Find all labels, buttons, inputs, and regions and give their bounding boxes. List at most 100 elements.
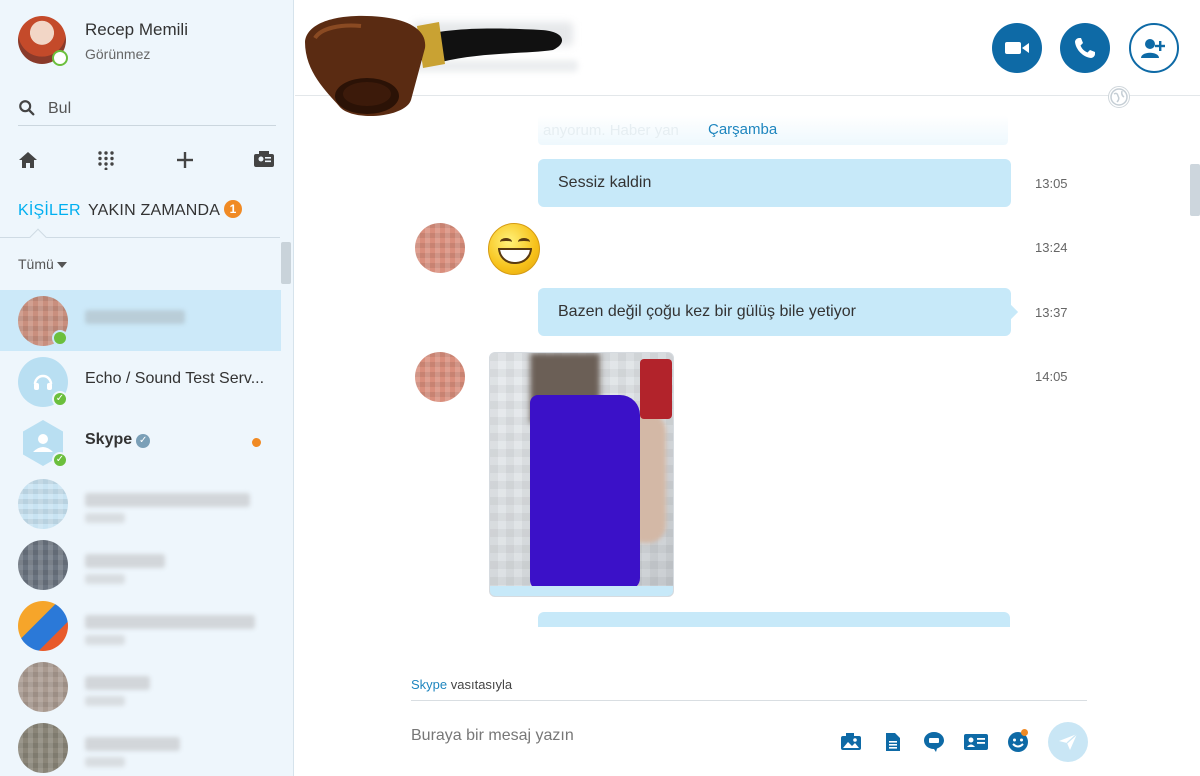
add-participant-button[interactable]: [1129, 23, 1179, 73]
contact-item[interactable]: [0, 595, 281, 656]
filter-label[interactable]: Tümü: [18, 256, 54, 272]
sidebar: Recep Memili Görünmez Bul KİŞİLER YAKIN …: [0, 0, 294, 776]
compose-divider: [411, 700, 1087, 701]
sidebar-toolbar: [16, 148, 278, 174]
via-suffix: vasıtasıyla: [447, 677, 513, 692]
send-arrow-icon: [1059, 733, 1078, 750]
search-label[interactable]: Bul: [48, 100, 71, 118]
video-camera-icon: [1005, 42, 1029, 54]
sidebar-tabs: KİŞİLER YAKIN ZAMANDA 1: [18, 198, 280, 228]
grinning-face-icon[interactable]: [488, 223, 540, 275]
shared-photo[interactable]: [489, 352, 674, 597]
day-separator: Çarşamba: [708, 121, 778, 138]
profile-name[interactable]: Recep Memili: [85, 20, 188, 40]
recent-badge: 1: [224, 200, 242, 218]
search-icon: [19, 100, 35, 116]
dialpad-icon[interactable]: [94, 148, 118, 172]
blurred-name: [85, 676, 150, 690]
message-text: Sessiz kaldin: [558, 174, 652, 191]
contact-name: Echo / Sound Test Serv...: [85, 370, 265, 387]
add-icon[interactable]: [173, 148, 197, 172]
blurred-name: [85, 615, 255, 629]
new-indicator-dot: [1021, 729, 1028, 736]
presence-indicator: ✓: [52, 391, 68, 407]
contact-card-icon: [964, 734, 988, 750]
contact-name-text: Skype: [85, 431, 133, 448]
tab-indicator: [29, 228, 47, 246]
faded-message: anyorum. Haber yan Çarşamba: [538, 115, 1008, 145]
skype-window: Recep Memili Görünmez Bul KİŞİLER YAKIN …: [0, 0, 1200, 776]
via-label: Skype vasıtasıyla: [411, 677, 512, 692]
avatar: [18, 601, 68, 651]
send-photo-button[interactable]: [839, 730, 863, 754]
message-list: anyorum. Haber yan Çarşamba Sessiz kaldi…: [295, 97, 1200, 627]
search-box[interactable]: Bul: [18, 96, 276, 126]
message-time: 14:05: [1035, 369, 1068, 384]
video-message-button[interactable]: [922, 730, 946, 754]
contact-item[interactable]: [0, 473, 281, 534]
send-file-button[interactable]: [881, 730, 905, 754]
contact-list: ✓ Echo / Sound Test Serv... ✓ Skype ✓: [0, 290, 281, 776]
message-time: 13:05: [1035, 176, 1068, 191]
video-call-button[interactable]: [992, 23, 1042, 73]
chat-bubble-icon: [924, 732, 944, 752]
message-time: 13:37: [1035, 305, 1068, 320]
blurred-name: [85, 737, 180, 751]
presence-indicator: [52, 50, 68, 66]
avatar: [18, 540, 68, 590]
sender-avatar[interactable]: [415, 223, 465, 273]
blurred-name: [85, 310, 185, 324]
tab-recent[interactable]: YAKIN ZAMANDA: [88, 202, 220, 220]
verified-icon: ✓: [136, 434, 151, 448]
blurred-status: [85, 513, 125, 523]
avatar: [18, 479, 68, 529]
contact-item[interactable]: [0, 290, 281, 351]
filter-dropdown[interactable]: Tümü: [18, 256, 67, 272]
phone-icon: [1075, 38, 1095, 58]
contact-name: Skype ✓: [85, 431, 270, 449]
via-skype-link[interactable]: Skype: [411, 677, 447, 692]
home-icon[interactable]: [16, 148, 40, 172]
blurred-name: [85, 493, 250, 507]
blurred-status: [85, 635, 125, 645]
presence-indicator: ✓: [52, 452, 68, 468]
emoticons-button[interactable]: [1006, 729, 1030, 754]
voice-call-button[interactable]: [1060, 23, 1110, 73]
message-text: Bazen değil çoğu kez bir gülüş bile yeti…: [558, 303, 856, 320]
sidebar-scrollbar[interactable]: [281, 242, 291, 284]
chat-scrollbar[interactable]: [1190, 164, 1200, 216]
message-time: 13:24: [1035, 240, 1068, 255]
add-person-icon: [1141, 39, 1165, 58]
presence-indicator: [52, 330, 68, 346]
pipe-sticker: [305, 15, 563, 117]
unread-dot: [252, 438, 261, 447]
outgoing-message[interactable]: Sessiz kaldin: [538, 159, 1011, 207]
contact-item[interactable]: [0, 656, 281, 717]
contacts-card-icon[interactable]: [252, 148, 276, 172]
file-icon: [886, 733, 900, 751]
blurred-status: [85, 574, 125, 584]
profile-header[interactable]: Recep Memili Görünmez: [18, 16, 278, 68]
faded-text: anyorum. Haber yan: [543, 122, 679, 139]
emoji-eye: [500, 238, 512, 246]
censor-block: [530, 395, 640, 590]
blurred-status: [85, 696, 125, 706]
send-button[interactable]: [1048, 722, 1088, 762]
message-input[interactable]: Buraya bir mesaj yazın: [411, 727, 811, 745]
outgoing-message-partial[interactable]: [538, 612, 1010, 627]
contact-item[interactable]: [0, 717, 281, 776]
contact-item[interactable]: [0, 534, 281, 595]
conversation-pane: anyorum. Haber yan Çarşamba Sessiz kaldi…: [295, 0, 1200, 776]
contact-item[interactable]: ✓ Skype ✓: [0, 412, 281, 473]
profile-status[interactable]: Görünmez: [85, 46, 150, 62]
emoji-eye: [518, 238, 530, 246]
contact-item[interactable]: ✓ Echo / Sound Test Serv...: [0, 351, 281, 412]
tab-contacts[interactable]: KİŞİLER: [18, 202, 81, 220]
photo-detail: [640, 359, 672, 419]
avatar: [18, 723, 68, 773]
blurred-name: [85, 554, 165, 568]
blurred-status: [85, 757, 125, 767]
outgoing-message[interactable]: Bazen değil çoğu kez bir gülüş bile yeti…: [538, 288, 1011, 336]
sender-avatar[interactable]: [415, 352, 465, 402]
send-contact-button[interactable]: [964, 730, 988, 754]
